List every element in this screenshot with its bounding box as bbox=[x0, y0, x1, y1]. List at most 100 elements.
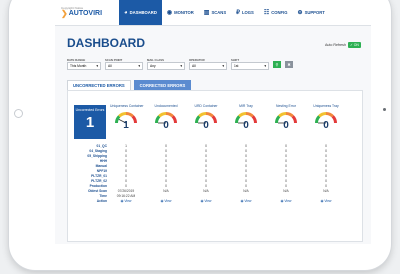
gauge-dial: 0 bbox=[190, 111, 222, 131]
search-icon: ⚲ bbox=[275, 62, 279, 67]
table-column: 0 0 0 0 0 0 0 0 0 N/A ◉ View bbox=[230, 144, 262, 204]
gauge-segment bbox=[198, 112, 207, 118]
gauge-segment bbox=[245, 112, 254, 118]
gauge-value: 0 bbox=[163, 120, 169, 131]
nav-config[interactable]: ☷ CONFIG bbox=[259, 0, 293, 25]
sliders-icon: ☷ bbox=[263, 10, 270, 16]
select-value: All bbox=[108, 64, 112, 68]
logo-text: AUTOVIRI bbox=[68, 10, 103, 17]
auto-refresh: Auto Refresh ✓ ON bbox=[325, 42, 361, 48]
scans-icon: ▥ bbox=[203, 10, 210, 16]
nav-config-label: CONFIG bbox=[271, 10, 288, 15]
gauge: Uniqueness Tray 0 bbox=[310, 104, 342, 131]
gauge-title: Undocumented bbox=[154, 104, 178, 108]
logo[interactable]: Copyright Notice ❯ AUTOVIRI bbox=[55, 0, 119, 25]
mail-class-select[interactable]: Any ▾ bbox=[147, 62, 185, 70]
gauge-value: 1 bbox=[123, 120, 129, 131]
logs-icon: ₽ bbox=[236, 10, 240, 16]
view-link[interactable]: ◉ View bbox=[110, 199, 142, 204]
summary-label: Uncorrected Errors bbox=[75, 108, 105, 112]
gauge-value: 0 bbox=[243, 120, 249, 131]
gauge-segment bbox=[318, 112, 327, 118]
gauge-dial: 0 bbox=[230, 111, 262, 131]
view-label: View bbox=[244, 199, 252, 203]
nav-scans-label: SCANS bbox=[211, 10, 227, 15]
select-value: All bbox=[192, 64, 196, 68]
filter-operator: OPERATOR All ▾ bbox=[189, 58, 227, 70]
row-labels: 01_QC 04_Staging 05_Shipping HHH Manual … bbox=[82, 144, 107, 204]
clear-button[interactable]: ✖ bbox=[285, 61, 293, 68]
gauge-title: Uniqueness Tray bbox=[313, 104, 339, 108]
eye-icon: ◉ bbox=[166, 10, 173, 16]
date-range-select[interactable]: This Month ▾ bbox=[67, 62, 101, 70]
home-button[interactable] bbox=[14, 109, 23, 118]
gauge: Nesting Error 0 bbox=[270, 104, 302, 131]
nav-dashboard[interactable]: ◕ DASHBOARD bbox=[119, 0, 162, 25]
logo-chevron-icon: ❯ bbox=[61, 9, 68, 18]
table-column: 0 0 0 0 0 0 0 0 0 N/A ◉ View bbox=[270, 144, 302, 204]
view-label: View bbox=[284, 199, 292, 203]
nav-monitor-label: MONITOR bbox=[174, 10, 194, 15]
view-label: View bbox=[164, 199, 172, 203]
view-label: View bbox=[324, 199, 332, 203]
table-column: 0 0 0 0 0 0 0 0 0 N/A ◉ View bbox=[310, 144, 342, 204]
nav-scans[interactable]: ▥ SCANS bbox=[199, 0, 231, 25]
gauge: Undocumented 0 bbox=[150, 104, 182, 131]
gauge-segment bbox=[158, 112, 167, 118]
gauge: Uniqueness Container 1 bbox=[110, 104, 144, 131]
gauge: MIR Tray 0 bbox=[230, 104, 262, 131]
table-column: 1 0 0 0 0 0 0 0 0 07/26/2019 09:16:22 AM ◉ View bbox=[110, 144, 142, 204]
table-column: 0 0 0 0 0 0 0 0 0 N/A ◉ View bbox=[190, 144, 222, 204]
gauge-segment bbox=[118, 112, 127, 118]
filter-bar: DATE RANGE This Month ▾ SCAN POINT All ▾ M… bbox=[67, 58, 293, 70]
gauge-segment bbox=[238, 112, 247, 118]
errors-panel: Uncorrected Errors 1 Uniqueness Containe… bbox=[67, 90, 363, 242]
view-link[interactable]: ◉ View bbox=[270, 199, 302, 204]
filter-mail-class: MAIL CLASS Any ▾ bbox=[147, 58, 185, 70]
filter-scan-point: SCAN POINT All ▾ bbox=[105, 58, 143, 70]
chevron-down-icon: ▾ bbox=[222, 64, 224, 68]
chevron-down-icon: ▾ bbox=[96, 64, 98, 68]
gauge-dial: 1 bbox=[110, 111, 142, 131]
tablet-frame: Copyright Notice ❯ AUTOVIRI ◕ DASHBOARD ◉ M… bbox=[9, 0, 391, 270]
gauge-title: Nesting Error bbox=[276, 104, 296, 108]
view-link[interactable]: ◉ View bbox=[150, 199, 182, 204]
row-label: Action bbox=[96, 199, 107, 203]
nav-logs[interactable]: ₽ LOGS bbox=[231, 0, 259, 25]
gauge-dial: 0 bbox=[310, 111, 342, 131]
gauge-dial: 0 bbox=[150, 111, 182, 131]
view-link[interactable]: ◉ View bbox=[310, 199, 342, 204]
gauge-segment bbox=[278, 112, 287, 118]
page-title: DASHBOARD bbox=[67, 36, 145, 50]
nav-support[interactable]: ⊕ SUPPORT bbox=[293, 0, 330, 25]
dashboard-icon: ◕ bbox=[124, 9, 128, 16]
scan-point-select[interactable]: All ▾ bbox=[105, 62, 143, 70]
nav-dashboard-label: DASHBOARD bbox=[129, 10, 157, 15]
shift-select[interactable]: 1st ▾ bbox=[231, 62, 269, 70]
nav-logs-label: LOGS bbox=[241, 10, 254, 15]
view-label: View bbox=[124, 199, 132, 203]
view-link[interactable]: ◉ View bbox=[190, 199, 222, 204]
gauge-title: URD Container bbox=[194, 104, 218, 108]
gauge-title: MIR Tray bbox=[239, 104, 253, 108]
nav-monitor[interactable]: ◉ MONITOR bbox=[162, 0, 199, 25]
auto-refresh-toggle[interactable]: ✓ ON bbox=[347, 42, 361, 48]
view-link[interactable]: ◉ View bbox=[230, 199, 262, 204]
gauge: URD Container 0 bbox=[190, 104, 222, 131]
chevron-down-icon: ▾ bbox=[180, 64, 182, 68]
gauge-dial: 0 bbox=[270, 111, 302, 131]
logo-name: ❯ AUTOVIRI bbox=[61, 10, 119, 18]
gauge-value: 0 bbox=[203, 120, 209, 131]
gauge-value: 0 bbox=[283, 120, 289, 131]
app-screen: Copyright Notice ❯ AUTOVIRI ◕ DASHBOARD ◉ M… bbox=[55, 0, 371, 244]
uncorrected-errors-summary: Uncorrected Errors 1 bbox=[74, 105, 106, 139]
operator-select[interactable]: All ▾ bbox=[189, 62, 227, 70]
camera-icon bbox=[383, 108, 386, 111]
view-label: View bbox=[204, 199, 212, 203]
chevron-down-icon: ▾ bbox=[138, 64, 140, 68]
gauge-title: Uniqueness Container bbox=[110, 104, 144, 108]
gauge-segment bbox=[165, 112, 174, 118]
search-button[interactable]: ⚲ bbox=[273, 61, 281, 68]
auto-refresh-label: Auto Refresh bbox=[325, 43, 346, 47]
chevron-down-icon: ▾ bbox=[264, 64, 266, 68]
